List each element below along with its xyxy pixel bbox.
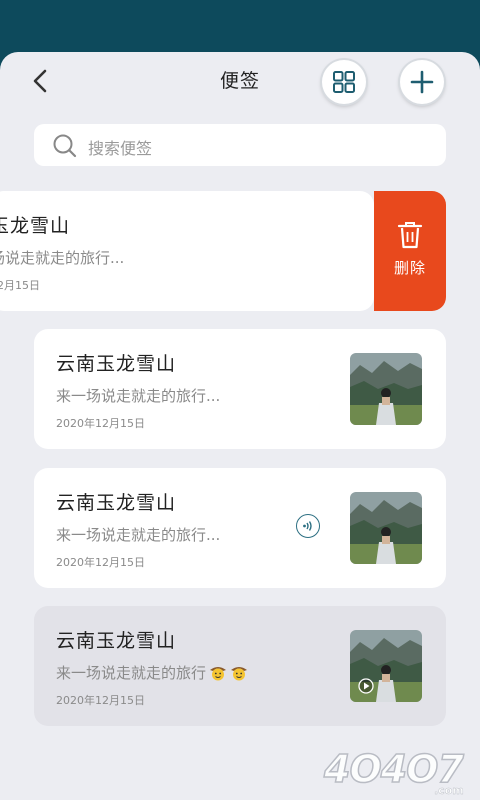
note-title: 云南玉龙雪山 bbox=[56, 630, 177, 652]
note-thumbnail bbox=[350, 630, 422, 702]
note-title: 云南玉龙雪山 bbox=[56, 353, 177, 375]
delete-label: 删除 bbox=[393, 259, 426, 277]
plus-icon bbox=[410, 70, 434, 94]
note-title: 玉龙雪山 bbox=[0, 215, 71, 237]
note-card-swiped[interactable]: 玉龙雪山 场说走就走的旅行... 12月15日 bbox=[0, 191, 374, 311]
note-thumbnail bbox=[350, 353, 422, 425]
trash-icon bbox=[397, 222, 423, 249]
video-play-icon bbox=[358, 678, 374, 694]
audio-icon bbox=[296, 514, 320, 538]
grid-view-button[interactable] bbox=[322, 60, 366, 104]
notes-screen: 便签 搜索便签 玉龙雪山 场说走就走的旅行... 12月15日 bbox=[0, 52, 480, 800]
note-subtitle: 来一场说走就走的旅行... bbox=[56, 387, 221, 405]
watermark-logo: 4O4O7 .com bbox=[322, 746, 466, 797]
delete-button[interactable]: 删除 bbox=[374, 191, 446, 311]
note-title: 云南玉龙雪山 bbox=[56, 492, 177, 514]
note-subtitle: 场说走就走的旅行... bbox=[0, 249, 125, 267]
note-date: 2020年12月15日 bbox=[56, 694, 145, 707]
watermark-suffix: .com bbox=[434, 784, 464, 797]
note-date: 2020年12月15日 bbox=[56, 417, 145, 430]
note-thumbnail bbox=[350, 492, 422, 564]
note-date: 12月15日 bbox=[0, 279, 40, 292]
grid-icon bbox=[333, 71, 355, 93]
search-placeholder: 搜索便签 bbox=[88, 139, 153, 158]
delete-action[interactable]: 删除 bbox=[374, 191, 446, 311]
search-input[interactable]: 搜索便签 bbox=[34, 124, 446, 166]
note-subtitle: 来一场说走就走的旅行 bbox=[56, 662, 248, 683]
note-card[interactable]: 云南玉龙雪山 来一场说走就走的旅行... 2020年12月15日 bbox=[34, 468, 446, 588]
note-card[interactable]: 云南玉龙雪山 来一场说走就走的旅行... 2020年12月15日 bbox=[34, 329, 446, 449]
add-note-button[interactable] bbox=[400, 60, 444, 104]
cowboy-emoji-icon bbox=[231, 667, 248, 681]
note-subtitle: 来一场说走就走的旅行... bbox=[56, 526, 221, 544]
cowboy-emoji-icon bbox=[210, 667, 227, 681]
search-icon bbox=[53, 134, 77, 158]
note-date: 2020年12月15日 bbox=[56, 556, 145, 569]
note-card[interactable]: 云南玉龙雪山 来一场说走就走的旅行 2020年12月15日 bbox=[34, 606, 446, 726]
note-subtitle-text: 来一场说走就走的旅行 bbox=[56, 664, 207, 682]
